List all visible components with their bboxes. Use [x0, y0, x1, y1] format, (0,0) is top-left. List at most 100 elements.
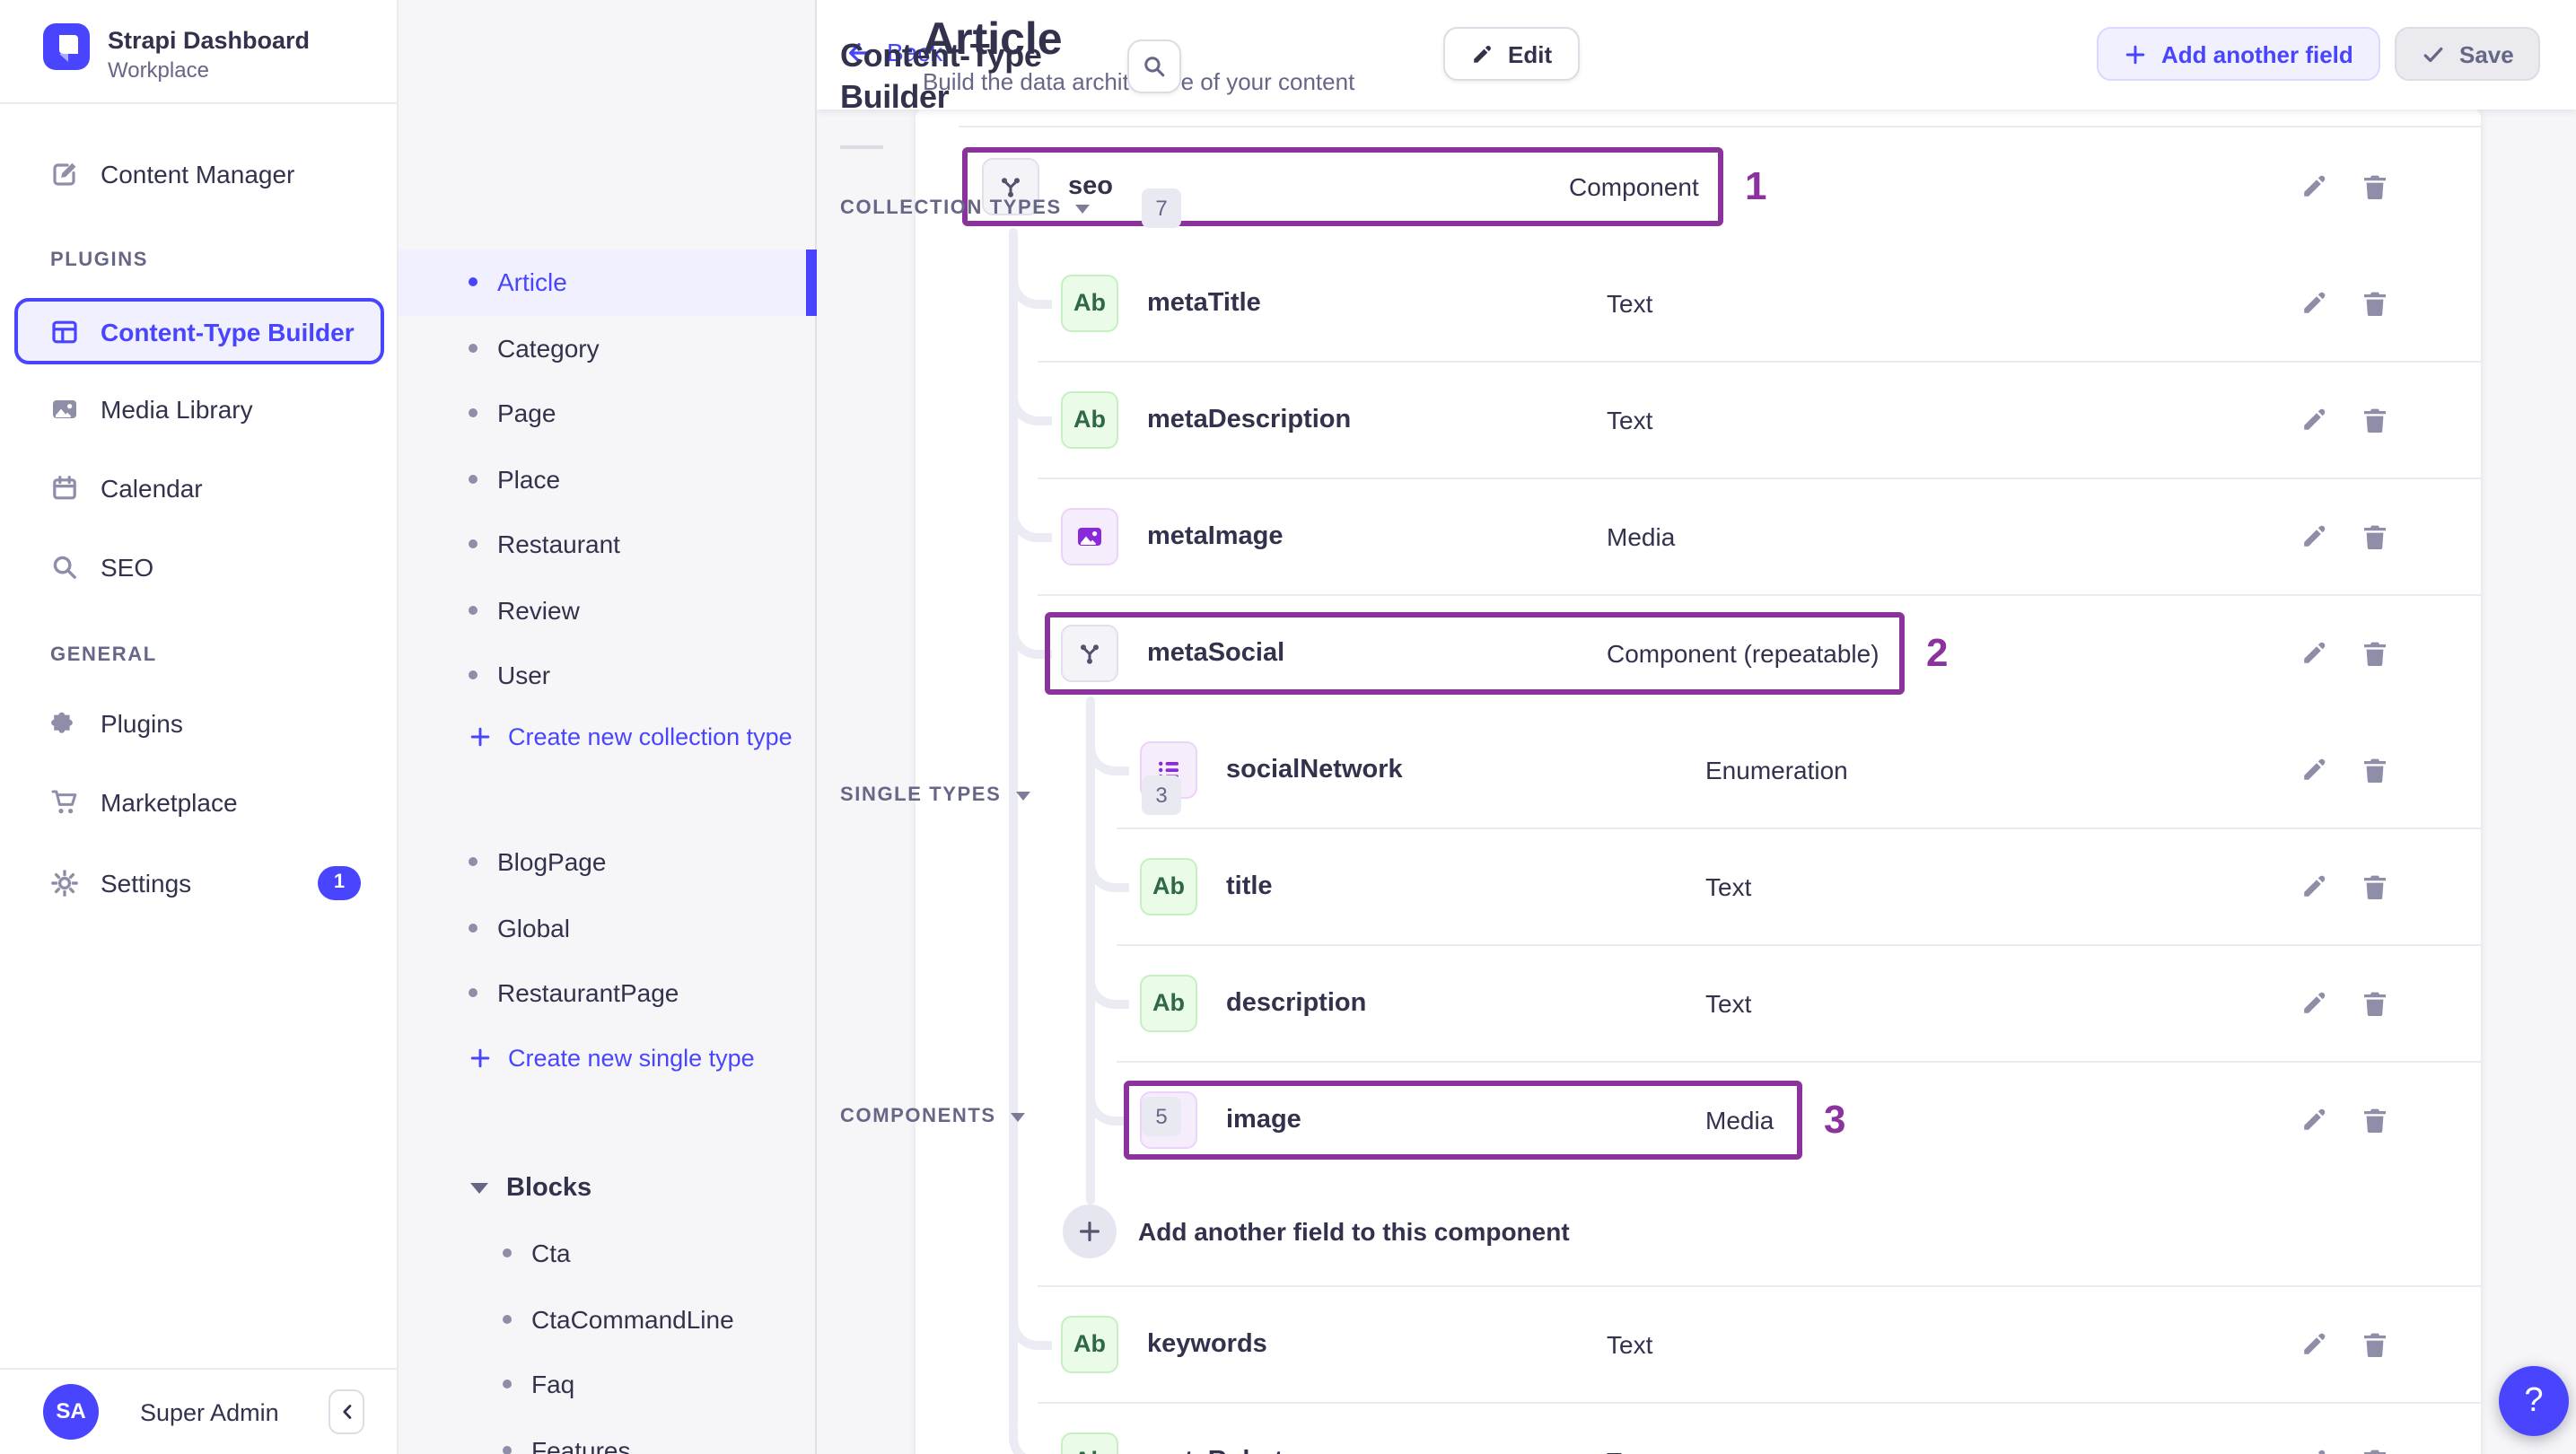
cart-icon: [50, 788, 79, 817]
field-row-metadescription: Ab metaDescription Text: [916, 361, 2481, 477]
app-window: Strapi Dashboard Workplace Content Manag…: [0, 0, 2576, 1454]
single-types-header[interactable]: SINGLE TYPES 3: [840, 774, 1181, 817]
search-button[interactable]: [1127, 39, 1181, 93]
add-field-to-component-row: Add another field to this component: [916, 1178, 2481, 1285]
edit-field-button[interactable]: [2292, 514, 2335, 557]
bullet-icon: [469, 539, 478, 549]
components-count: 5: [1142, 1097, 1181, 1136]
edit-field-button[interactable]: [2292, 981, 2335, 1024]
sidebar-item-marketplace[interactable]: Marketplace: [0, 770, 399, 835]
main-sidebar: Strapi Dashboard Workplace Content Manag…: [0, 0, 399, 1454]
sidebar-section-plugins: PLUGINS: [50, 250, 148, 271]
chevron-down-icon: [1010, 1112, 1025, 1121]
sidebar-item-plugins[interactable]: Plugins: [0, 691, 399, 756]
sidebar-item-calendar[interactable]: Calendar: [0, 456, 399, 521]
edit-field-button[interactable]: [2292, 748, 2335, 791]
add-field-label[interactable]: Add another field to this component: [1138, 1217, 1570, 1246]
chevron-down-icon: [1075, 204, 1091, 213]
components-group-blocks[interactable]: Blocks: [399, 1156, 817, 1221]
field-row-metarobots: Ab metaRobots Text: [916, 1402, 2481, 1454]
user-name: Super Admin: [140, 1399, 279, 1426]
component-faq[interactable]: Faq: [399, 1352, 817, 1417]
sidebar-item-media-library[interactable]: Media Library: [0, 377, 399, 442]
components-list: Cta CtaCommandLine Faq Features: [399, 1221, 817, 1454]
add-another-field-button[interactable]: Add another field: [2097, 27, 2380, 81]
brand-header: Strapi Dashboard Workplace: [0, 0, 397, 104]
components-header[interactable]: COMPONENTS 5: [840, 1095, 1181, 1138]
edit-field-button[interactable]: [2292, 631, 2335, 674]
collection-type-restaurant[interactable]: Restaurant: [399, 512, 817, 577]
collection-type-place[interactable]: Place: [399, 446, 817, 512]
field-row-description: Ab description Text: [916, 944, 2481, 1061]
delete-field-button[interactable]: [2353, 748, 2396, 791]
create-single-type-link[interactable]: Create new single type: [469, 1030, 755, 1084]
sidebar-item-content-type-builder[interactable]: Content-Type Builder: [14, 298, 384, 364]
delete-field-button[interactable]: [2353, 981, 2396, 1024]
pencil-icon: [1470, 42, 1494, 66]
create-collection-type-link[interactable]: Create new collection type: [469, 709, 793, 763]
edit-button[interactable]: Edit: [1443, 27, 1580, 81]
avatar[interactable]: SA: [43, 1384, 99, 1440]
single-types-count: 3: [1142, 775, 1181, 815]
bullet-icon: [469, 670, 478, 680]
divider: [840, 145, 883, 149]
field-row-keywords: Ab keywords Text: [916, 1285, 2481, 1402]
delete-field-button[interactable]: [2353, 281, 2396, 324]
component-icon: [1061, 624, 1118, 681]
media-field-icon: [1061, 507, 1118, 565]
app-title: Strapi Dashboard: [108, 27, 311, 54]
delete-field-button[interactable]: [2353, 1322, 2396, 1365]
edit-field-button[interactable]: [2292, 281, 2335, 324]
layout-grid-icon: [50, 317, 79, 346]
check-icon: [2422, 42, 2445, 66]
add-field-plus-button[interactable]: [1063, 1204, 1117, 1258]
single-type-restaurantpage[interactable]: RestaurantPage: [399, 960, 817, 1026]
edit-field-button[interactable]: [2292, 398, 2335, 441]
delete-field-button[interactable]: [2353, 864, 2396, 907]
help-button[interactable]: ?: [2499, 1366, 2569, 1436]
edit-field-button[interactable]: [2292, 1322, 2335, 1365]
bullet-icon: [503, 1380, 512, 1389]
collection-type-page[interactable]: Page: [399, 381, 817, 446]
delete-field-button[interactable]: [2353, 1439, 2396, 1454]
edit-field-button[interactable]: [2292, 1439, 2335, 1454]
collection-types-count: 7: [1142, 188, 1181, 228]
collection-type-article[interactable]: Article: [399, 250, 817, 315]
collection-types-list: Article Category Page Place Restaurant R…: [399, 250, 817, 708]
sidebar-section-general: GENERAL: [50, 644, 157, 666]
delete-field-button[interactable]: [2353, 631, 2396, 674]
component-ctacommandline[interactable]: CtaCommandLine: [399, 1286, 817, 1352]
delete-field-button[interactable]: [2353, 164, 2396, 207]
bullet-icon: [469, 343, 478, 353]
delete-field-button[interactable]: [2353, 398, 2396, 441]
sidebar-item-content-manager[interactable]: Content Manager: [0, 142, 399, 206]
field-row-metaimage: metaImage Media: [916, 477, 2481, 594]
single-type-global[interactable]: Global: [399, 895, 817, 960]
save-button[interactable]: Save: [2395, 27, 2541, 81]
sidebar-item-settings[interactable]: Settings 1: [0, 851, 399, 915]
edit-field-button[interactable]: [2292, 1098, 2335, 1141]
sidebar-item-seo[interactable]: SEO: [0, 535, 399, 600]
picture-icon: [50, 395, 79, 424]
collapse-sidebar-button[interactable]: [329, 1389, 364, 1434]
component-features[interactable]: Features: [399, 1417, 817, 1454]
bullet-icon: [503, 1314, 512, 1324]
content-manager-icon: [50, 160, 79, 188]
edit-field-button[interactable]: [2292, 164, 2335, 207]
single-type-blogpage[interactable]: BlogPage: [399, 829, 817, 895]
collection-type-category[interactable]: Category: [399, 315, 817, 381]
edit-field-button[interactable]: [2292, 864, 2335, 907]
single-types-list: BlogPage Global RestaurantPage: [399, 829, 817, 1026]
delete-field-button[interactable]: [2353, 514, 2396, 557]
bullet-icon: [503, 1248, 512, 1258]
text-field-icon: Ab: [1140, 857, 1197, 915]
bullet-icon: [469, 408, 478, 418]
collection-type-user[interactable]: User: [399, 643, 817, 708]
collection-type-review[interactable]: Review: [399, 577, 817, 643]
annotation-number-3: 3: [1824, 1096, 1846, 1141]
bullet-icon: [469, 474, 478, 484]
delete-field-button[interactable]: [2353, 1098, 2396, 1141]
collection-types-header[interactable]: COLLECTION TYPES 7: [840, 187, 1181, 230]
component-cta[interactable]: Cta: [399, 1221, 817, 1286]
field-row-title: Ab title Text: [916, 828, 2481, 944]
